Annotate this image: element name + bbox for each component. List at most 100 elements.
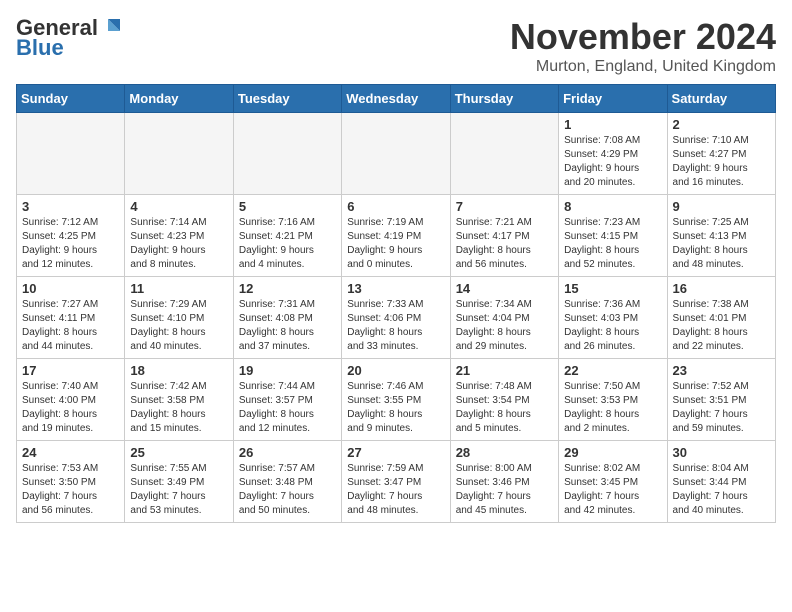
calendar-cell: 4 Sunrise: 7:14 AM Sunset: 4:23 PM Daylig… [125, 195, 233, 277]
day-number: 3 [22, 199, 119, 214]
calendar-cell: 9 Sunrise: 7:25 AM Sunset: 4:13 PM Daylig… [667, 195, 775, 277]
calendar-cell: 2 Sunrise: 7:10 AM Sunset: 4:27 PM Daylig… [667, 113, 775, 195]
calendar-cell [342, 113, 450, 195]
week-row-2: 3 Sunrise: 7:12 AM Sunset: 4:25 PM Daylig… [17, 195, 776, 277]
weekday-header-tuesday: Tuesday [233, 85, 341, 113]
week-row-1: 1 Sunrise: 7:08 AM Sunset: 4:29 PM Daylig… [17, 113, 776, 195]
day-info: Sunrise: 7:16 AM Sunset: 4:21 PM Dayligh… [239, 216, 336, 272]
logo-icon [100, 15, 122, 37]
day-number: 7 [456, 199, 553, 214]
day-number: 4 [130, 199, 227, 214]
calendar-table: SundayMondayTuesdayWednesdayThursdayFrid… [16, 84, 776, 523]
calendar-cell: 10 Sunrise: 7:27 AM Sunset: 4:11 PM Dayli… [17, 277, 125, 359]
calendar-cell: 27 Sunrise: 7:59 AM Sunset: 3:47 PM Dayli… [342, 441, 450, 523]
day-info: Sunrise: 7:53 AM Sunset: 3:50 PM Dayligh… [22, 462, 119, 518]
calendar-cell: 18 Sunrise: 7:42 AM Sunset: 3:58 PM Dayli… [125, 359, 233, 441]
calendar-cell: 26Sunrise: 7:57 AM Sunset: 3:48 PM Dayli… [233, 441, 341, 523]
day-number: 21 [456, 363, 553, 378]
day-info: Sunrise: 7:44 AM Sunset: 3:57 PM Dayligh… [239, 380, 336, 436]
calendar-cell: 6 Sunrise: 7:19 AM Sunset: 4:19 PM Daylig… [342, 195, 450, 277]
weekday-header-monday: Monday [125, 85, 233, 113]
day-info: Sunrise: 8:00 AM Sunset: 3:46 PM Dayligh… [456, 462, 553, 518]
day-info: Sunrise: 7:36 AM Sunset: 4:03 PM Dayligh… [564, 298, 661, 354]
day-number: 24 [22, 445, 119, 460]
day-number: 29 [564, 445, 661, 460]
day-info: Sunrise: 7:40 AM Sunset: 4:00 PM Dayligh… [22, 380, 119, 436]
calendar-cell: 22 Sunrise: 7:50 AM Sunset: 3:53 PM Dayli… [559, 359, 667, 441]
day-number: 13 [347, 281, 444, 296]
day-number: 6 [347, 199, 444, 214]
day-number: 26 [239, 445, 336, 460]
day-info: Sunrise: 7:14 AM Sunset: 4:23 PM Dayligh… [130, 216, 227, 272]
calendar-cell: 28 Sunrise: 8:00 AM Sunset: 3:46 PM Dayli… [450, 441, 558, 523]
day-number: 16 [673, 281, 770, 296]
day-info: Sunrise: 7:38 AM Sunset: 4:01 PM Dayligh… [673, 298, 770, 354]
day-info: Sunrise: 7:08 AM Sunset: 4:29 PM Dayligh… [564, 134, 661, 190]
calendar-cell: 7 Sunrise: 7:21 AM Sunset: 4:17 PM Daylig… [450, 195, 558, 277]
day-number: 11 [130, 281, 227, 296]
calendar-cell: 30Sunrise: 8:04 AM Sunset: 3:44 PM Dayli… [667, 441, 775, 523]
calendar-cell [17, 113, 125, 195]
calendar-cell [233, 113, 341, 195]
calendar-cell: 12Sunrise: 7:31 AM Sunset: 4:08 PM Dayli… [233, 277, 341, 359]
weekday-header-row: SundayMondayTuesdayWednesdayThursdayFrid… [17, 85, 776, 113]
calendar-cell: 21 Sunrise: 7:48 AM Sunset: 3:54 PM Dayli… [450, 359, 558, 441]
day-info: Sunrise: 7:42 AM Sunset: 3:58 PM Dayligh… [130, 380, 227, 436]
logo-line2: Blue [16, 36, 64, 60]
day-info: Sunrise: 7:25 AM Sunset: 4:13 PM Dayligh… [673, 216, 770, 272]
day-number: 8 [564, 199, 661, 214]
calendar-cell: 8 Sunrise: 7:23 AM Sunset: 4:15 PM Daylig… [559, 195, 667, 277]
calendar-cell: 11Sunrise: 7:29 AM Sunset: 4:10 PM Dayli… [125, 277, 233, 359]
day-info: Sunrise: 8:04 AM Sunset: 3:44 PM Dayligh… [673, 462, 770, 518]
week-row-4: 17 Sunrise: 7:40 AM Sunset: 4:00 PM Dayli… [17, 359, 776, 441]
day-info: Sunrise: 7:59 AM Sunset: 3:47 PM Dayligh… [347, 462, 444, 518]
day-info: Sunrise: 7:50 AM Sunset: 3:53 PM Dayligh… [564, 380, 661, 436]
day-number: 1 [564, 117, 661, 132]
logo: General Blue [16, 16, 122, 60]
day-info: Sunrise: 7:55 AM Sunset: 3:49 PM Dayligh… [130, 462, 227, 518]
calendar-cell [450, 113, 558, 195]
day-info: Sunrise: 7:34 AM Sunset: 4:04 PM Dayligh… [456, 298, 553, 354]
day-number: 9 [673, 199, 770, 214]
day-number: 22 [564, 363, 661, 378]
title-block: November 2024 Murton, England, United Ki… [510, 16, 776, 76]
calendar-cell: 23Sunrise: 7:52 AM Sunset: 3:51 PM Dayli… [667, 359, 775, 441]
day-number: 12 [239, 281, 336, 296]
calendar-cell [125, 113, 233, 195]
day-number: 14 [456, 281, 553, 296]
weekday-header-saturday: Saturday [667, 85, 775, 113]
calendar-cell: 3 Sunrise: 7:12 AM Sunset: 4:25 PM Daylig… [17, 195, 125, 277]
day-number: 18 [130, 363, 227, 378]
day-info: Sunrise: 7:52 AM Sunset: 3:51 PM Dayligh… [673, 380, 770, 436]
calendar-cell: 24 Sunrise: 7:53 AM Sunset: 3:50 PM Dayli… [17, 441, 125, 523]
weekday-header-friday: Friday [559, 85, 667, 113]
day-number: 10 [22, 281, 119, 296]
day-info: Sunrise: 7:46 AM Sunset: 3:55 PM Dayligh… [347, 380, 444, 436]
week-row-3: 10 Sunrise: 7:27 AM Sunset: 4:11 PM Dayli… [17, 277, 776, 359]
day-number: 19 [239, 363, 336, 378]
subtitle: Murton, England, United Kingdom [510, 58, 776, 76]
calendar-cell: 25Sunrise: 7:55 AM Sunset: 3:49 PM Dayli… [125, 441, 233, 523]
day-info: Sunrise: 7:27 AM Sunset: 4:11 PM Dayligh… [22, 298, 119, 354]
day-number: 17 [22, 363, 119, 378]
calendar-cell: 16 Sunrise: 7:38 AM Sunset: 4:01 PM Dayli… [667, 277, 775, 359]
calendar-cell: 29Sunrise: 8:02 AM Sunset: 3:45 PM Dayli… [559, 441, 667, 523]
day-info: Sunrise: 7:48 AM Sunset: 3:54 PM Dayligh… [456, 380, 553, 436]
page-header: General Blue November 2024 Murton, Engla… [16, 16, 776, 76]
day-number: 5 [239, 199, 336, 214]
calendar-cell: 17 Sunrise: 7:40 AM Sunset: 4:00 PM Dayli… [17, 359, 125, 441]
day-number: 2 [673, 117, 770, 132]
calendar-cell: 19 Sunrise: 7:44 AM Sunset: 3:57 PM Dayli… [233, 359, 341, 441]
day-info: Sunrise: 7:10 AM Sunset: 4:27 PM Dayligh… [673, 134, 770, 190]
weekday-header-sunday: Sunday [17, 85, 125, 113]
weekday-header-thursday: Thursday [450, 85, 558, 113]
day-info: Sunrise: 7:33 AM Sunset: 4:06 PM Dayligh… [347, 298, 444, 354]
day-info: Sunrise: 7:23 AM Sunset: 4:15 PM Dayligh… [564, 216, 661, 272]
day-number: 28 [456, 445, 553, 460]
day-info: Sunrise: 7:19 AM Sunset: 4:19 PM Dayligh… [347, 216, 444, 272]
day-number: 27 [347, 445, 444, 460]
day-info: Sunrise: 7:21 AM Sunset: 4:17 PM Dayligh… [456, 216, 553, 272]
day-info: Sunrise: 7:12 AM Sunset: 4:25 PM Dayligh… [22, 216, 119, 272]
main-title: November 2024 [510, 16, 776, 58]
calendar-cell: 15Sunrise: 7:36 AM Sunset: 4:03 PM Dayli… [559, 277, 667, 359]
